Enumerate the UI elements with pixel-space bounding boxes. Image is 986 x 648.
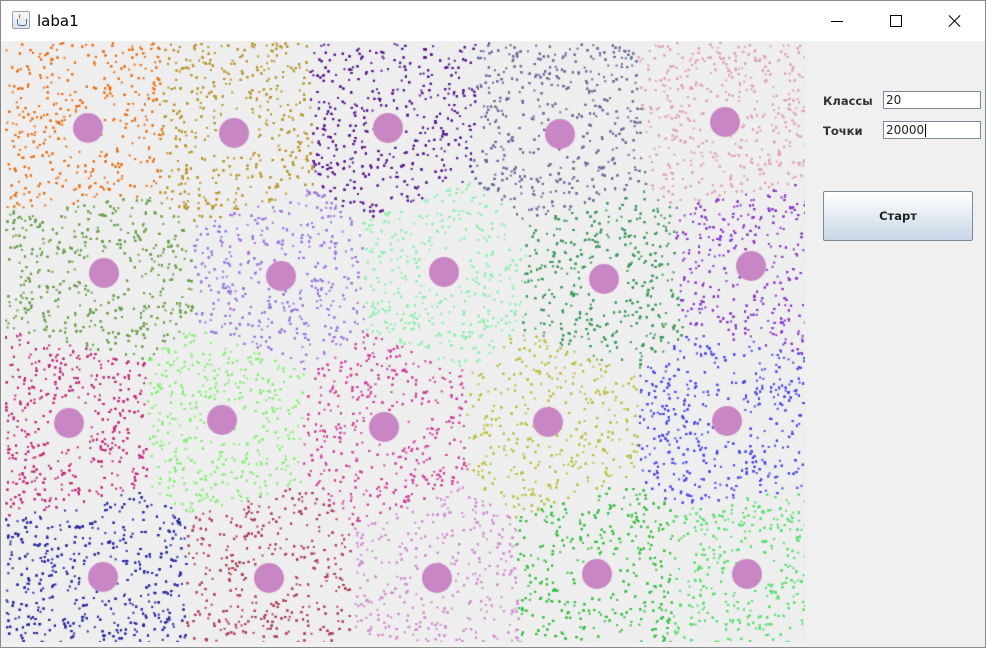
- control-panel: Классы 20 Точки 20000 Старт: [807, 42, 985, 647]
- java-cup-icon: [12, 11, 30, 29]
- title-bar[interactable]: laba1: [1, 1, 985, 41]
- maximize-icon: [890, 15, 902, 27]
- maximize-button[interactable]: [873, 1, 919, 41]
- start-button[interactable]: Старт: [823, 191, 973, 241]
- points-value: 20000: [886, 123, 925, 137]
- minimize-icon: [831, 21, 843, 22]
- minimize-button[interactable]: [814, 1, 860, 41]
- classes-label: Классы: [823, 94, 873, 108]
- start-button-label: Старт: [879, 209, 917, 223]
- text-caret: [925, 124, 927, 137]
- classes-value: 20: [886, 93, 902, 107]
- app-window: laba1 Классы 20 Точки 20000 Старт: [0, 0, 986, 648]
- classes-input[interactable]: 20: [883, 91, 981, 109]
- close-button[interactable]: [932, 1, 978, 41]
- points-label: Точки: [823, 124, 863, 138]
- cluster-canvas: [5, 42, 805, 642]
- points-input[interactable]: 20000: [883, 121, 981, 139]
- cluster-plot: [5, 42, 805, 642]
- window-title: laba1: [37, 12, 79, 30]
